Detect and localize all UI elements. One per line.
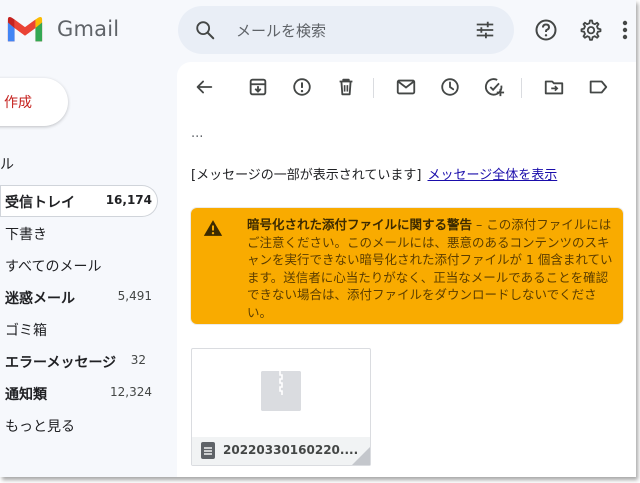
encrypted-attachment-warning: 暗号化された添付ファイルに関する警告 – この添付ファイルにはご注意ください。こ…	[191, 208, 623, 324]
warning-body: – この添付ファイルにはご注意ください。このメールには、悪意のあるコンテンツのス…	[247, 217, 613, 320]
gmail-window: Gmail メールを検索 作成 ル 受信トレイ 16,174 下書き すべてのメ…	[0, 0, 636, 477]
archive-file-icon	[201, 442, 215, 459]
sidebar-item-error-messages[interactable]: エラーメッセージ 32	[0, 345, 158, 377]
top-bar: Gmail	[0, 0, 636, 62]
clipped-notice-text: [メッセージの一部が表示されています]	[191, 168, 422, 183]
help-icon[interactable]	[534, 18, 558, 42]
clipped-message-notice: [メッセージの一部が表示されています] メッセージ全体を表示	[191, 164, 557, 183]
sidebar-item-trash[interactable]: ゴミ箱	[0, 313, 158, 345]
message-pane: ... [メッセージの一部が表示されています] メッセージ全体を表示 暗号化された…	[177, 62, 636, 477]
sidebar-item-inbox[interactable]: 受信トレイ 16,174	[0, 185, 158, 217]
label-icon[interactable]	[587, 76, 609, 98]
attachment-card[interactable]: 20220330160220....	[191, 348, 371, 466]
toolbar-divider	[521, 78, 522, 98]
zip-file-icon	[261, 371, 301, 411]
sidebar-item-notifications[interactable]: 通知類 12,324	[0, 377, 158, 409]
move-to-icon[interactable]	[543, 76, 565, 98]
sidebar-item-drafts[interactable]: 下書き	[0, 217, 158, 249]
sidebar-item-label: エラーメッセージ	[5, 355, 117, 371]
snooze-icon[interactable]	[439, 76, 461, 98]
trimmed-content-ellipsis[interactable]: ...	[191, 126, 203, 141]
sidebar-item-count: 12,324	[110, 385, 152, 399]
view-entire-message-link[interactable]: メッセージ全体を表示	[428, 168, 558, 183]
sidebar-item-spam[interactable]: 迷惑メール 5,491	[0, 281, 158, 313]
sidebar-item-label: ゴミ箱	[5, 323, 47, 339]
sidebar-item-count: 16,174	[105, 193, 152, 207]
sidebar-item-label: 下書き	[5, 227, 47, 243]
attachment-footer: 20220330160220....	[192, 437, 370, 465]
sidebar-partial-label: ル	[0, 157, 14, 173]
archive-icon[interactable]	[247, 76, 269, 98]
sidebar: 作成 ル 受信トレイ 16,174 下書き すべてのメール 迷惑メール 5,49…	[0, 62, 176, 477]
sidebar-item-count: 5,491	[117, 289, 152, 303]
warning-text: 暗号化された添付ファイルに関する警告 – この添付ファイルにはご注意ください。こ…	[247, 216, 619, 321]
sidebar-item-all-mail[interactable]: すべてのメール	[0, 249, 158, 281]
tune-icon[interactable]	[474, 19, 496, 41]
gear-icon[interactable]	[578, 18, 602, 42]
toolbar-divider	[373, 78, 374, 98]
compose-label: 作成	[4, 95, 32, 111]
sidebar-item-label: 受信トレイ	[5, 195, 75, 211]
attachment-corner-fold	[352, 447, 370, 465]
sidebar-item-count: 32	[130, 353, 146, 367]
search-input[interactable]	[234, 18, 458, 44]
apps-icon[interactable]	[620, 19, 630, 41]
back-icon[interactable]	[193, 76, 215, 98]
search-bar[interactable]	[178, 6, 514, 54]
message-toolbar	[177, 62, 636, 112]
report-spam-icon[interactable]	[291, 76, 313, 98]
sidebar-item-label: もっと見る	[5, 419, 75, 435]
add-task-icon[interactable]	[483, 76, 505, 98]
warning-title: 暗号化された添付ファイルに関する警告	[247, 217, 473, 232]
sidebar-item-label: 迷惑メール	[5, 291, 75, 307]
search-icon[interactable]	[194, 19, 216, 41]
sidebar-item-label: 通知類	[5, 387, 47, 403]
gmail-logo[interactable]	[6, 14, 44, 44]
gmail-brand-text[interactable]: Gmail	[57, 17, 119, 41]
sidebar-item-more[interactable]: もっと見る	[0, 409, 158, 441]
compose-button[interactable]: 作成	[0, 78, 68, 126]
delete-icon[interactable]	[335, 76, 357, 98]
attachment-filename: 20220330160220....	[223, 443, 359, 457]
warning-icon	[203, 220, 223, 236]
mark-unread-icon[interactable]	[395, 76, 417, 98]
sidebar-item-label: すべてのメール	[5, 259, 102, 275]
